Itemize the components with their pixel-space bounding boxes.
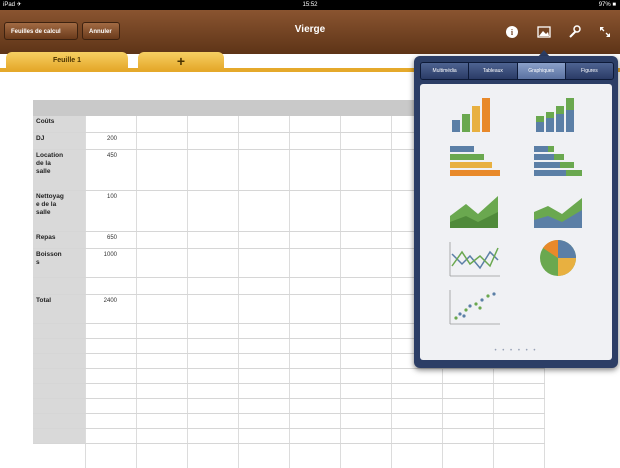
pie-chart-icon (540, 239, 576, 276)
toolbar: Feuilles de calcul Annuler Vierge i (0, 10, 620, 54)
wrench-icon[interactable] (567, 25, 581, 39)
row-label[interactable]: DJ (33, 133, 85, 149)
segment-tables[interactable]: Tableaux (469, 63, 518, 79)
table-row[interactable] (33, 369, 545, 384)
insert-media-icon[interactable] (537, 25, 551, 39)
row-label[interactable] (33, 278, 85, 294)
area-chart-icon (450, 196, 498, 228)
stacked-area-chart-option[interactable] (530, 190, 586, 230)
table-row[interactable] (33, 414, 545, 429)
segment-multimedia[interactable]: Multimédia (421, 63, 470, 79)
area-chart-option[interactable] (446, 190, 502, 230)
line-chart-option[interactable] (446, 238, 502, 278)
info-icon[interactable]: i (505, 25, 519, 39)
row-label[interactable]: Coûts (33, 116, 85, 132)
row-label[interactable]: Location de la salle (33, 150, 85, 190)
tab-sheet-1[interactable]: Feuille 1 (6, 52, 128, 70)
row-value[interactable]: 2400 (85, 295, 137, 304)
row-label[interactable] (33, 339, 85, 353)
column-chart-icon (452, 98, 490, 132)
row-value[interactable]: 450 (85, 150, 137, 159)
line-chart-icon (449, 242, 500, 277)
clock: 15:52 (302, 2, 318, 8)
table-row[interactable] (33, 384, 545, 399)
row-label[interactable] (33, 399, 85, 413)
row-label[interactable] (33, 324, 85, 338)
insert-popover: Multimédia Tableaux Graphiques Figures •… (414, 56, 618, 368)
scatter-chart-icon (449, 290, 500, 325)
row-label[interactable]: Nettoyag e de la salle (33, 191, 85, 231)
row-label[interactable] (33, 414, 85, 428)
stacked-column-chart-icon (536, 98, 574, 132)
segment-charts[interactable]: Graphiques (517, 63, 566, 79)
row-value[interactable]: 200 (85, 133, 137, 142)
stacked-bar-chart-option[interactable] (530, 142, 586, 182)
stacked-column-chart-option[interactable] (530, 94, 586, 134)
document-title: Vierge (294, 24, 326, 35)
row-label[interactable] (33, 429, 85, 443)
row-value[interactable] (85, 278, 137, 281)
column-chart-option[interactable] (446, 94, 502, 134)
chart-type-grid: • • • • • • (420, 84, 612, 360)
insert-segmented-control[interactable]: Multimédia Tableaux Graphiques Figures (420, 62, 614, 80)
scatter-chart-option[interactable] (446, 286, 502, 326)
row-label[interactable]: Boisson s (33, 249, 85, 277)
row-value[interactable]: 650 (85, 232, 137, 241)
page-indicator[interactable]: • • • • • • (420, 348, 612, 354)
fullscreen-icon[interactable] (598, 25, 612, 39)
row-label[interactable] (33, 354, 85, 368)
stacked-bar-chart-icon (534, 146, 582, 176)
stacked-area-chart-icon (534, 198, 582, 228)
row-label[interactable] (33, 369, 85, 383)
row-value[interactable]: 100 (85, 191, 137, 200)
bar-chart-icon (450, 146, 500, 176)
bar-chart-option[interactable] (446, 142, 502, 182)
row-label[interactable] (33, 384, 85, 398)
row-value[interactable] (85, 116, 137, 119)
pie-chart-option[interactable] (530, 238, 586, 278)
row-label[interactable]: Repas (33, 232, 85, 248)
table-row[interactable] (33, 399, 545, 414)
segment-shapes[interactable]: Figures (565, 63, 613, 79)
battery-indicator: 97% ■ (598, 2, 616, 8)
status-bar: iPad ✈ 15:52 97% ■ (0, 0, 620, 10)
row-label[interactable]: Total (33, 295, 85, 323)
row-value[interactable]: 1000 (85, 249, 137, 258)
add-sheet-button[interactable]: + (138, 52, 224, 70)
table-row[interactable] (33, 429, 545, 444)
